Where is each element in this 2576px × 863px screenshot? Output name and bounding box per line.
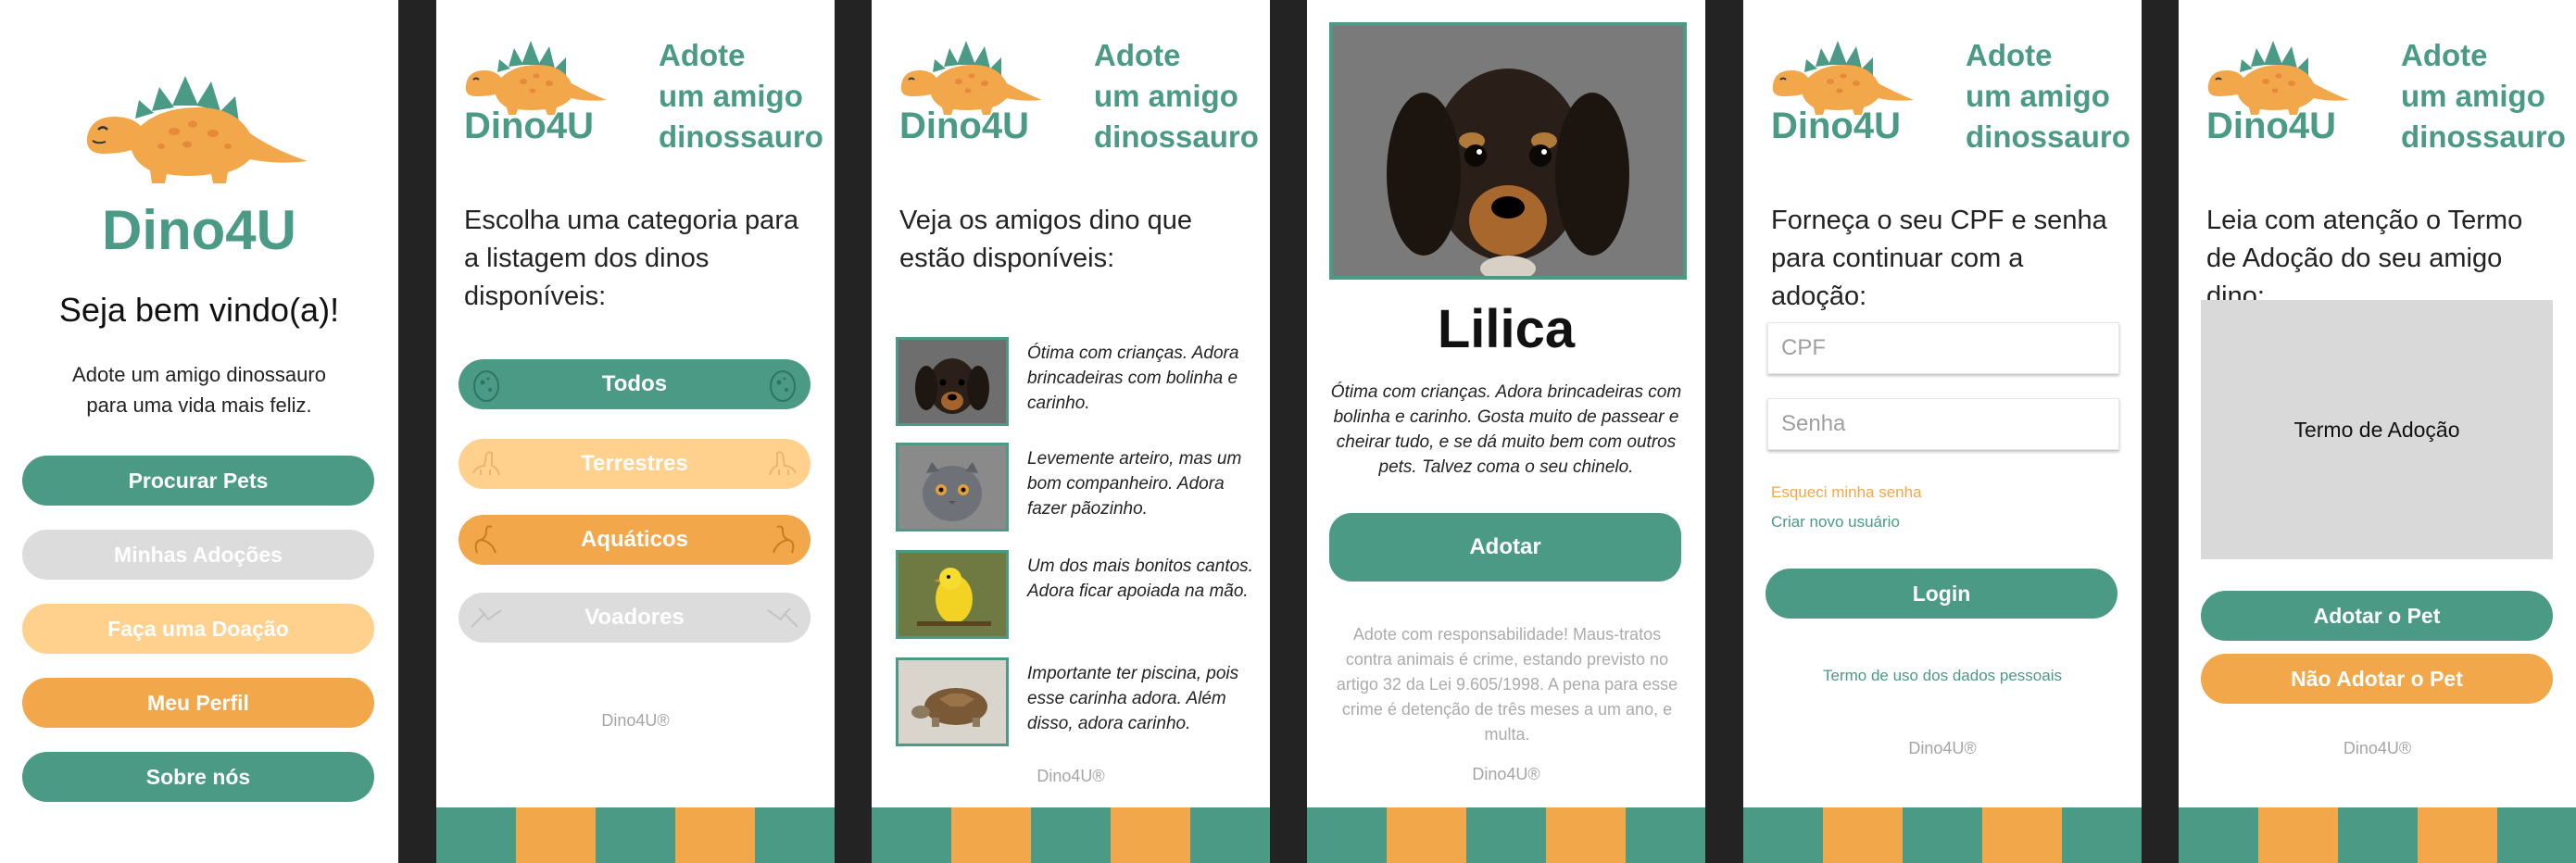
footer: Dino4U®: [2343, 739, 2412, 757]
create-user-link[interactable]: Criar novo usuário: [1771, 513, 1900, 532]
welcome-subtitle-line: para uma vida mais feliz.: [86, 394, 312, 417]
brand-name: Dino4U: [1771, 106, 1901, 146]
terms-box-title: Termo de Adoção: [2293, 417, 2460, 442]
my-adoptions-button[interactable]: Minhas Adoções: [22, 530, 374, 580]
stripe-bar: [1743, 807, 2142, 863]
password-field[interactable]: [1767, 398, 2119, 450]
login-button[interactable]: Login: [1766, 569, 2117, 619]
terms-screen: Dino4U Adote um amigo dinossauro Leia co…: [2179, 0, 2576, 863]
sea-dino-icon: [773, 525, 795, 554]
app-title: Dino4U: [102, 199, 296, 261]
tagline: Adote um amigo dinossauro: [2401, 35, 2566, 157]
dino-icon: [769, 451, 797, 476]
dino4u-logo: [900, 41, 1042, 115]
category-label: Voadores: [584, 605, 685, 630]
forgot-password-link[interactable]: Esqueci minha senha: [1771, 483, 1922, 502]
category-label: Terrestres: [581, 451, 688, 476]
footer: Dino4U®: [1037, 767, 1105, 785]
brand-name: Dino4U: [464, 106, 594, 146]
pet-detail-screen: Lilica Ótima com crianças. Adora brincad…: [1307, 0, 1705, 863]
pet-list-item[interactable]: Levemente arteiro, mas um bom companheir…: [896, 443, 1257, 535]
my-profile-button[interactable]: Meu Perfil: [22, 678, 374, 728]
stripe-bar: [2179, 807, 2576, 863]
pet-description: Ótima com crianças. Adora brincadeiras c…: [1330, 382, 1682, 477]
tagline-line: um amigo: [1966, 79, 2110, 113]
canary-photo: [896, 550, 1009, 639]
welcome-subtitle-line: Adote um amigo dinossauro: [72, 363, 326, 386]
footer: Dino4U®: [1908, 739, 1977, 757]
listing-screen: Dino4U Adote um amigo dinossauro Veja os…: [872, 0, 1270, 863]
category-land-button[interactable]: Terrestres: [459, 439, 810, 489]
egg-icon: [770, 370, 796, 402]
tagline-line: um amigo: [2401, 79, 2545, 113]
pet-list-item[interactable]: Ótima com crianças. Adora brincadeiras c…: [896, 337, 1257, 430]
dino4u-logo: [2207, 41, 2349, 115]
decline-adoption-button[interactable]: Não Adotar o Pet: [2201, 654, 2553, 704]
cpf-field[interactable]: [1767, 322, 2119, 374]
pet-description: Um dos mais bonitos cantos. Adora ficar …: [1027, 557, 1253, 601]
egg-icon: [473, 370, 499, 402]
tagline-line: Adote: [2401, 38, 2488, 72]
welcome-screen: Dino4U Seja bem vindo(a)! Adote um amigo…: [0, 0, 398, 863]
tagline: Adote um amigo dinossauro: [1966, 35, 2130, 157]
tagline: Adote um amigo dinossauro: [1094, 35, 1259, 157]
brand-name: Dino4U: [899, 106, 1029, 146]
tagline-line: Adote: [1094, 38, 1181, 72]
pet-description: Levemente arteiro, mas um bom companheir…: [1027, 449, 1242, 519]
categories-intro: Escolha uma categoria para a listagem do…: [464, 206, 799, 311]
pterodactyl-icon: [471, 607, 502, 628]
terms-data-link[interactable]: Termo de uso dos dados pessoais: [1743, 667, 2142, 685]
stripe-bar: [1307, 807, 1705, 863]
cat-photo: [896, 443, 1009, 532]
dino-icon: [472, 451, 500, 476]
pet-description: Importante ter piscina, pois esse carinh…: [1027, 664, 1239, 733]
welcome-heading: Seja bem vindo(a)!: [58, 291, 340, 329]
tagline-line: um amigo: [1094, 79, 1238, 113]
pterodactyl-icon: [767, 607, 798, 628]
category-all-button[interactable]: Todos: [459, 359, 810, 409]
footer: Dino4U®: [601, 711, 670, 730]
tagline-line: dinossauro: [1094, 119, 1259, 154]
category-flying-button[interactable]: Voadores: [459, 593, 810, 643]
category-label: Todos: [601, 371, 668, 396]
pet-photo: [1329, 22, 1687, 280]
tagline-line: dinossauro: [1966, 119, 2130, 154]
puppy-photo: [896, 337, 1009, 426]
adopt-pet-button[interactable]: Adotar o Pet: [2201, 591, 2553, 641]
responsibility-warning: Adote com responsabilidade! Maus-tratos …: [1336, 625, 1678, 744]
category-label: Aquáticos: [580, 527, 688, 552]
login-screen: Dino4U Adote um amigo dinossauro Forneça…: [1743, 0, 2142, 863]
welcome-subtitle: Adote um amigo dinossauro para uma vida …: [0, 359, 398, 420]
terms-intro: Leia com atenção o Termo de Adoção do se…: [2206, 206, 2523, 311]
login-intro: Forneça o seu CPF e senha para continuar…: [1771, 206, 2107, 311]
dino4u-logo: [465, 41, 607, 115]
dino4u-logo: [1772, 41, 1914, 115]
tortoise-photo: [896, 657, 1009, 746]
pet-list-item[interactable]: Importante ter piscina, pois esse carinh…: [896, 657, 1257, 750]
tagline: Adote um amigo dinossauro: [659, 35, 823, 157]
tagline-line: dinossauro: [2401, 119, 2566, 154]
stripe-bar: [872, 807, 1270, 863]
tagline-line: dinossauro: [659, 119, 823, 154]
donate-button[interactable]: Faça uma Doação: [22, 604, 374, 654]
brand-name: Dino4U: [2206, 106, 2336, 146]
tagline-line: Adote: [1966, 38, 2053, 72]
terms-box[interactable]: Termo de Adoção: [2201, 300, 2553, 559]
dino4u-logo: [86, 76, 308, 183]
pet-description: Ótima com crianças. Adora brincadeiras c…: [1027, 344, 1239, 413]
adopt-button[interactable]: Adotar: [1329, 513, 1681, 582]
pet-name: Lilica: [1437, 299, 1576, 359]
footer: Dino4U®: [1472, 765, 1540, 783]
categories-screen: Dino4U Adote um amigo dinossauro Escolha…: [436, 0, 835, 863]
pet-list-item[interactable]: Um dos mais bonitos cantos. Adora ficar …: [896, 550, 1257, 643]
tagline-line: um amigo: [659, 79, 803, 113]
stripe-bar: [436, 807, 835, 863]
tagline-line: Adote: [659, 38, 746, 72]
category-water-button[interactable]: Aquáticos: [459, 515, 810, 565]
about-us-button[interactable]: Sobre nós: [22, 752, 374, 802]
search-pets-button[interactable]: Procurar Pets: [22, 456, 374, 506]
listing-intro: Veja os amigos dino que estão disponívei…: [899, 206, 1192, 273]
sea-dino-icon: [474, 525, 496, 554]
